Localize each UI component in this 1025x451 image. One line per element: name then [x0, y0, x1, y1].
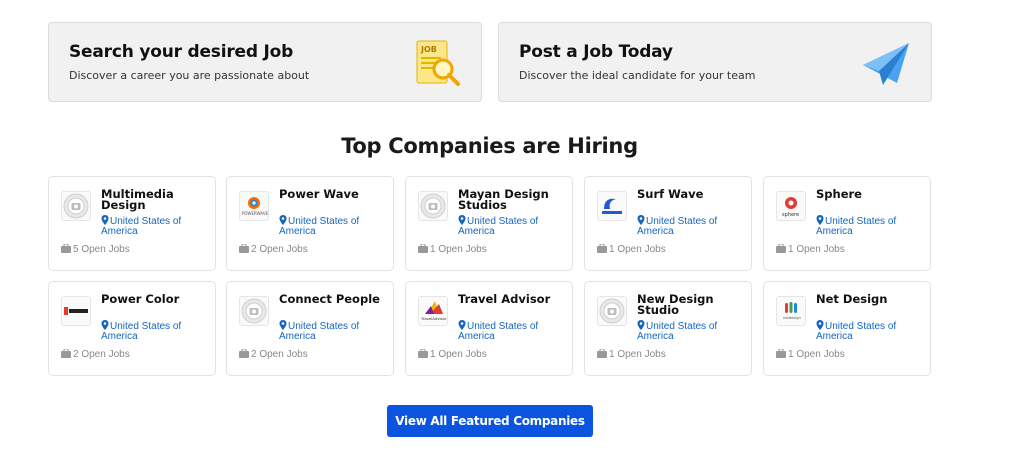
company-card[interactable]: Multimedia Design United States of Americ…	[48, 176, 216, 271]
company-location: United States of America	[637, 215, 747, 236]
paper-plane-icon	[863, 43, 909, 85]
company-card[interactable]: netdesign Net Design United States of Amer…	[763, 281, 931, 376]
company-card[interactable]: Mayan Design Studios United States of Ame…	[405, 176, 573, 271]
company-location: United States of America	[101, 320, 211, 341]
company-location: United States of America	[101, 215, 211, 236]
open-jobs-count: 1 Open Jobs	[597, 244, 666, 255]
post-job-subtitle: Discover the ideal candidate for your te…	[519, 69, 756, 82]
open-jobs-text: 2 Open Jobs	[73, 349, 130, 360]
company-location: United States of America	[458, 215, 568, 236]
company-name[interactable]: New Design Studio	[637, 293, 747, 316]
company-location: United States of America	[816, 320, 926, 341]
briefcase-icon	[418, 349, 430, 360]
open-jobs-text: 2 Open Jobs	[251, 349, 308, 360]
company-location: United States of America	[279, 320, 389, 341]
company-logo	[597, 296, 627, 326]
company-logo: sphere	[776, 191, 806, 221]
company-card[interactable]: TravelAdvisor Travel Advisor United States…	[405, 281, 573, 376]
company-logo	[418, 191, 448, 221]
open-jobs-text: 1 Open Jobs	[788, 349, 845, 360]
briefcase-icon	[418, 244, 430, 255]
company-name[interactable]: Power Color	[101, 293, 211, 305]
search-job-banner[interactable]: Search your desired Job Discover a caree…	[48, 22, 482, 102]
briefcase-icon	[776, 349, 788, 360]
company-card[interactable]: New Design Studio United States of Americ…	[584, 281, 752, 376]
location-text: United States of America	[279, 321, 360, 342]
location-text: United States of America	[101, 321, 182, 342]
svg-text:netdesign: netdesign	[783, 316, 801, 320]
company-name[interactable]: Connect People	[279, 293, 389, 305]
location-text: United States of America	[458, 216, 539, 237]
briefcase-icon	[239, 349, 251, 360]
company-card[interactable]: POWERWAVE Power Wave United States of Amer…	[226, 176, 394, 271]
open-jobs-count: 1 Open Jobs	[776, 244, 845, 255]
open-jobs-count: 1 Open Jobs	[418, 244, 487, 255]
briefcase-icon	[61, 244, 73, 255]
open-jobs-text: 5 Open Jobs	[73, 244, 130, 255]
company-logo	[597, 191, 627, 221]
location-text: United States of America	[816, 321, 897, 342]
location-text: United States of America	[458, 321, 539, 342]
job-search-icon: JOB	[416, 40, 460, 86]
company-name[interactable]: Power Wave	[279, 188, 389, 200]
open-jobs-count: 1 Open Jobs	[418, 349, 487, 360]
company-card[interactable]: Surf Wave United States of America 1 Open …	[584, 176, 752, 271]
company-location: United States of America	[458, 320, 568, 341]
company-card[interactable]: sphere Sphere United States of America 1 Op…	[763, 176, 931, 271]
company-name[interactable]: Sphere	[816, 188, 926, 200]
open-jobs-text: 1 Open Jobs	[609, 244, 666, 255]
open-jobs-text: 1 Open Jobs	[430, 244, 487, 255]
briefcase-icon	[239, 244, 251, 255]
location-text: United States of America	[101, 216, 182, 237]
open-jobs-text: 1 Open Jobs	[609, 349, 666, 360]
company-logo	[239, 296, 269, 326]
open-jobs-count: 2 Open Jobs	[239, 349, 308, 360]
svg-text:sphere: sphere	[782, 212, 799, 218]
company-location: United States of America	[637, 320, 747, 341]
briefcase-icon	[61, 349, 73, 360]
section-title: Top Companies are Hiring	[341, 134, 638, 158]
open-jobs-count: 5 Open Jobs	[61, 244, 130, 255]
company-name[interactable]: Travel Advisor	[458, 293, 568, 305]
svg-text:POWERWAVE: POWERWAVE	[242, 211, 268, 216]
open-jobs-text: 1 Open Jobs	[430, 349, 487, 360]
open-jobs-count: 1 Open Jobs	[597, 349, 666, 360]
post-job-banner[interactable]: Post a Job Today Discover the ideal cand…	[498, 22, 932, 102]
company-logo: TravelAdvisor	[418, 296, 448, 326]
company-logo	[61, 296, 91, 326]
company-logo: netdesign	[776, 296, 806, 326]
company-name[interactable]: Surf Wave	[637, 188, 747, 200]
open-jobs-count: 2 Open Jobs	[61, 349, 130, 360]
company-card[interactable]: Connect People United States of America 2 …	[226, 281, 394, 376]
svg-text:TravelAdvisor: TravelAdvisor	[420, 316, 447, 321]
company-card[interactable]: Power Color United States of America 2 Ope…	[48, 281, 216, 376]
open-jobs-text: 1 Open Jobs	[788, 244, 845, 255]
briefcase-icon	[776, 244, 788, 255]
location-text: United States of America	[637, 321, 718, 342]
company-location: United States of America	[816, 215, 926, 236]
briefcase-icon	[597, 349, 609, 360]
company-logo: POWERWAVE	[239, 191, 269, 221]
open-jobs-count: 2 Open Jobs	[239, 244, 308, 255]
briefcase-icon	[597, 244, 609, 255]
search-job-title: Search your desired Job	[69, 42, 294, 62]
location-text: United States of America	[637, 216, 718, 237]
company-name[interactable]: Mayan Design Studios	[458, 188, 568, 211]
location-text: United States of America	[816, 216, 897, 237]
open-jobs-text: 2 Open Jobs	[251, 244, 308, 255]
post-job-title: Post a Job Today	[519, 42, 673, 62]
open-jobs-count: 1 Open Jobs	[776, 349, 845, 360]
location-text: United States of America	[279, 216, 360, 237]
svg-text:JOB: JOB	[420, 45, 437, 54]
company-name[interactable]: Multimedia Design	[101, 188, 211, 211]
company-logo	[61, 191, 91, 221]
company-name[interactable]: Net Design	[816, 293, 926, 305]
search-job-subtitle: Discover a career you are passionate abo…	[69, 69, 310, 82]
company-location: United States of America	[279, 215, 389, 236]
view-all-companies-button[interactable]: View All Featured Companies	[387, 405, 593, 437]
